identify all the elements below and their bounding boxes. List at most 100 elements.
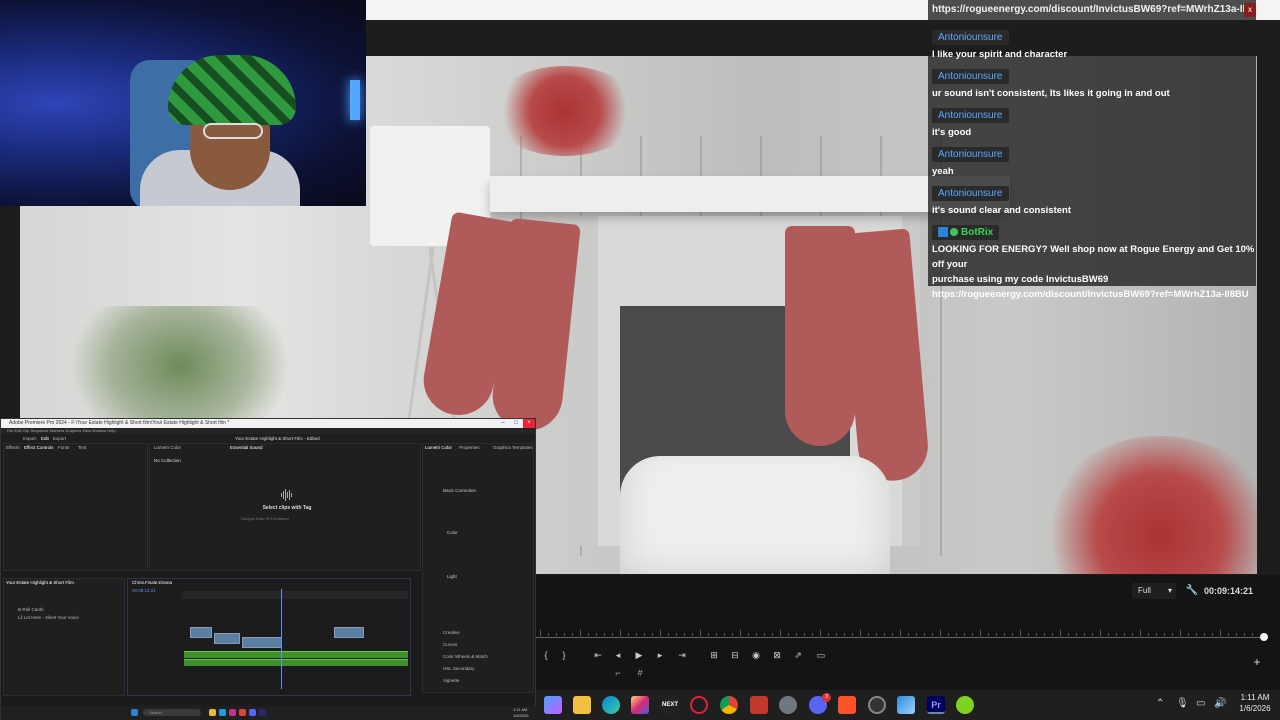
chrome-icon[interactable] [239, 709, 246, 716]
lumetri-color-panel[interactable]: Lumetri Color Properties Graphics Templa… [422, 443, 534, 693]
section-color-wheels[interactable]: Color Wheels & Match [443, 654, 488, 659]
bin-item[interactable]: Lil Let Here - Silent Your Voice [18, 615, 79, 620]
led-light [350, 80, 360, 120]
button-editor-icon[interactable]: ⊠ [769, 649, 785, 661]
chrome-icon[interactable] [720, 696, 738, 714]
export-frame-icon[interactable]: ⇗ [790, 649, 806, 661]
go-to-out-icon[interactable]: ⇥ [674, 649, 690, 661]
news-icon[interactable] [750, 696, 768, 714]
scrubber-track[interactable] [536, 637, 1264, 638]
copilot-icon[interactable] [544, 696, 562, 714]
tab-fonts[interactable]: Fonts [58, 445, 69, 450]
premiere-icon[interactable] [259, 709, 266, 716]
opera-icon[interactable] [690, 696, 708, 714]
project-tab[interactable]: Your Estate Highlight & Short Film [6, 580, 74, 585]
file-explorer-icon[interactable] [209, 709, 216, 716]
microphone-icon[interactable]: 🎙 [1176, 698, 1189, 709]
section-hsl-secondary[interactable]: HSL Secondary [443, 666, 474, 671]
tab-effects[interactable]: Effects [6, 445, 20, 450]
brave-icon[interactable] [838, 696, 856, 714]
section-creative[interactable]: Creative [443, 630, 460, 635]
chat-message: Antoniounsure I like your spirit and cha… [932, 27, 1256, 62]
wrench-icon[interactable]: 🔧 [1185, 583, 1199, 599]
step-forward-icon[interactable]: ▸ [652, 649, 668, 661]
quality-dropdown[interactable]: Full ▾ [1132, 583, 1176, 599]
xbox-icon[interactable] [956, 696, 974, 714]
play-icon[interactable]: ▶ [631, 649, 647, 661]
playhead[interactable] [281, 589, 282, 689]
tab-effect-controls[interactable]: Effect Controls [24, 445, 53, 450]
camera-icon[interactable]: ◉ [748, 649, 764, 661]
timeline-ruler[interactable] [182, 591, 408, 599]
edge-icon[interactable] [602, 696, 620, 714]
go-to-in-icon[interactable]: ⇤ [590, 649, 606, 661]
scrubber-tick [796, 633, 797, 636]
edge-icon[interactable] [219, 709, 226, 716]
project-panel[interactable]: Your Estate Highlight & Short Film B-Rol… [3, 578, 125, 696]
bin-item[interactable]: B-Roll Cards [18, 607, 44, 612]
video-clip[interactable] [190, 627, 212, 638]
step-back-icon[interactable]: ◂ [610, 649, 626, 661]
chat-link[interactable]: https://rogueenergy.com/discount/Invictu… [932, 4, 1265, 15]
bot-link[interactable]: https://rogueenergy.com/discount/Invictu… [932, 287, 1256, 302]
chat-text: ur sound isn't consistent, Its likes it … [932, 88, 1170, 99]
premiere-icon[interactable]: Pr [927, 696, 945, 714]
timeline-panel[interactable]: Christ.Finale.Drama 00:09:14:21 [127, 578, 411, 696]
sequence-tab[interactable]: Christ.Finale.Drama [132, 580, 172, 585]
mark-out-icon[interactable]: } [556, 649, 572, 661]
mark-in-icon[interactable]: { [538, 649, 554, 661]
tab-graphics-templates[interactable]: Graphics Templates [493, 445, 533, 450]
tab-text[interactable]: Text [78, 445, 86, 450]
scrubber-tick [740, 630, 741, 636]
scrubber-tick [1244, 633, 1245, 636]
file-explorer-icon[interactable] [573, 696, 591, 714]
audio-track-clip[interactable] [184, 659, 408, 666]
premiere-window[interactable]: Adobe Premiere Pro 2024 - F:\Your Estate… [0, 418, 537, 720]
taskbar-search-field[interactable]: Search [143, 709, 201, 716]
maximize-icon[interactable]: □ [510, 419, 522, 428]
network-icon[interactable]: ▭ [1196, 698, 1205, 709]
section-vignette[interactable]: Vignette [443, 678, 459, 683]
close-icon[interactable]: × [523, 419, 535, 428]
video-clip[interactable] [242, 637, 282, 648]
taskbar-clock[interactable]: 1:11 AM [1233, 693, 1277, 702]
audio-track-clip[interactable] [184, 651, 408, 658]
obs-icon[interactable] [868, 696, 886, 714]
trim-icon[interactable]: ⌐ [610, 667, 626, 679]
grid-icon[interactable]: # [632, 667, 648, 679]
close-icon[interactable]: x [1244, 3, 1256, 17]
chevron-up-icon[interactable]: ⌃ [1156, 698, 1164, 709]
next-icon[interactable]: NEXT [661, 696, 679, 714]
discord-icon[interactable] [249, 709, 256, 716]
scrubber-tick [884, 633, 885, 636]
tab-essential-sound[interactable]: Essential Sound [230, 445, 263, 450]
settings-icon[interactable] [779, 696, 797, 714]
scrubber-tick [876, 633, 877, 636]
overwrite-icon[interactable]: ⊟ [727, 649, 743, 661]
instagram-icon[interactable] [631, 696, 649, 714]
add-icon[interactable]: + [1250, 655, 1264, 669]
taskbar-date[interactable]: 1/6/2026 [1233, 704, 1277, 713]
safe-margins-icon[interactable]: ▭ [813, 649, 829, 661]
video-clip[interactable] [334, 627, 364, 638]
select-clips-options[interactable]: Dialogue Music SFX Ambience [241, 517, 289, 521]
section-curves[interactable]: Curves [443, 642, 457, 647]
section-color[interactable]: Color [447, 530, 458, 535]
photos-icon[interactable] [897, 696, 915, 714]
section-basic-correction[interactable]: Basic Correction [443, 488, 476, 493]
windows-start-icon[interactable] [131, 709, 138, 716]
instagram-icon[interactable] [229, 709, 236, 716]
volume-icon[interactable]: 🔊 [1214, 698, 1226, 709]
discord-icon[interactable]: 3 [809, 693, 831, 714]
scrubber-bar[interactable] [536, 619, 1268, 641]
tab-lumetri-scopes[interactable]: Lumetri Color [154, 445, 181, 450]
video-clip[interactable] [214, 633, 240, 644]
scrubber-tick [860, 630, 861, 636]
section-light[interactable]: Light [447, 574, 457, 579]
tab-lumetri-color[interactable]: Lumetri Color [425, 445, 452, 450]
tab-properties[interactable]: Properties [459, 445, 480, 450]
insert-icon[interactable]: ⊞ [706, 649, 722, 661]
scrubber-handle[interactable] [1260, 633, 1268, 641]
effect-controls-panel[interactable]: Effects Effect Controls Fonts Text [3, 443, 148, 571]
minimize-icon[interactable]: – [497, 419, 509, 428]
